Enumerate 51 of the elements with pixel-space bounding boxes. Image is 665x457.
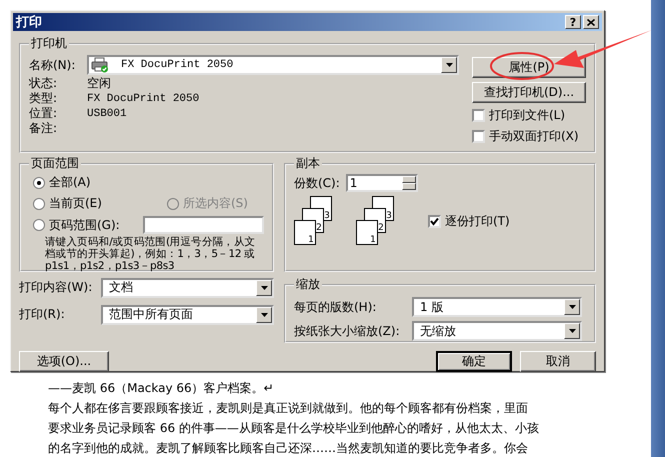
info-value: USB001 <box>87 108 127 120</box>
info-value: 空闲 <box>87 75 111 92</box>
cancel-button[interactable]: 取消 <box>520 351 596 372</box>
copies-spinner[interactable]: 1 <box>346 174 418 192</box>
field-label: 名称(N): <box>29 56 76 74</box>
document-text-line: 的名字到他的成就。麦凯了解顾客比顾客自己还深……当然麦凯知道的要比竞争者多。你会 <box>48 440 529 457</box>
field-label: 份数(C): <box>294 174 340 192</box>
checkbox[interactable] <box>472 130 485 143</box>
find-printer-button[interactable]: 查找打印机(D)... <box>472 82 586 103</box>
printer-dropdown[interactable]: FX DocuPrint 2050 <box>87 55 459 75</box>
field-label: 打印内容(W): <box>19 279 94 296</box>
checkbox-label: 打印到文件(L) <box>489 107 566 124</box>
info-value: FX DocuPrint 2050 <box>87 92 200 104</box>
close-button[interactable] <box>583 15 599 29</box>
checkbox[interactable] <box>428 214 441 228</box>
radio-option[interactable]: 全部(A) <box>33 174 264 191</box>
radio-option[interactable]: 当前页(E) <box>33 195 143 212</box>
info-label: 备注: <box>29 120 58 137</box>
printer-icon <box>91 57 109 73</box>
options-button[interactable]: 选项(O)... <box>19 351 109 372</box>
page-range-input[interactable] <box>143 216 264 234</box>
hint-text: 请键入页码和/或页码范围(用逗号分隔，从文档或节的开头算起)，例如：1，3，5－12 或 p1s1，p1s2，p1s3－p8s3 <box>44 236 256 272</box>
print-dropdown[interactable]: 范围中所有页面 <box>101 304 274 324</box>
annotation-ellipse <box>490 52 554 80</box>
document-text-line: ——麦凯 66（Mackay 66）客户档案。↵ <box>48 380 275 397</box>
document-text-line: 要求业务员记录顾客 66 的件事——从顾客是什么学校毕业到他醉心的嗜好，从他太太、小孩 <box>48 420 540 437</box>
ok-button[interactable]: 确定 <box>436 351 512 372</box>
info-label: 位置: <box>29 105 58 122</box>
group-title: 副本 <box>295 155 321 172</box>
document-text-line: 每个人都在侈言要跟顾客接近，麦凯则是真正说到就做到。他的每个顾客都有份档案，里面 <box>48 400 529 417</box>
window-title: 打印 <box>16 14 42 31</box>
group-title: 页面范围 <box>30 155 80 172</box>
info-label: 状态: <box>29 75 58 92</box>
group-title: 打印机 <box>30 35 68 52</box>
zoom-dropdown[interactable]: 1 版 <box>412 297 582 317</box>
field-label: 每页的版数(H): <box>294 298 378 316</box>
close-icon <box>587 18 595 26</box>
page-stack-drawing: 3 2 1 <box>356 196 404 246</box>
page-stack-drawing: 3 2 1 <box>294 196 342 246</box>
group-title: 缩放 <box>295 276 321 293</box>
field-label: 打印(R): <box>19 306 66 323</box>
radio-option[interactable]: 页码范围(G): <box>33 216 143 234</box>
radio-option: 所选内容(S) <box>143 195 264 212</box>
checkbox-label: 逐份打印(T) <box>445 212 510 230</box>
help-button[interactable]: ? <box>565 15 581 29</box>
print-what-dropdown[interactable]: 文档 <box>101 278 274 298</box>
field-label: 按纸张大小缩放(Z): <box>294 322 401 340</box>
zoom-dropdown[interactable]: 无缩放 <box>412 321 582 341</box>
checkbox-label: 手动双面打印(X) <box>489 128 579 145</box>
info-label: 类型: <box>29 90 58 107</box>
checkbox[interactable] <box>472 109 485 122</box>
